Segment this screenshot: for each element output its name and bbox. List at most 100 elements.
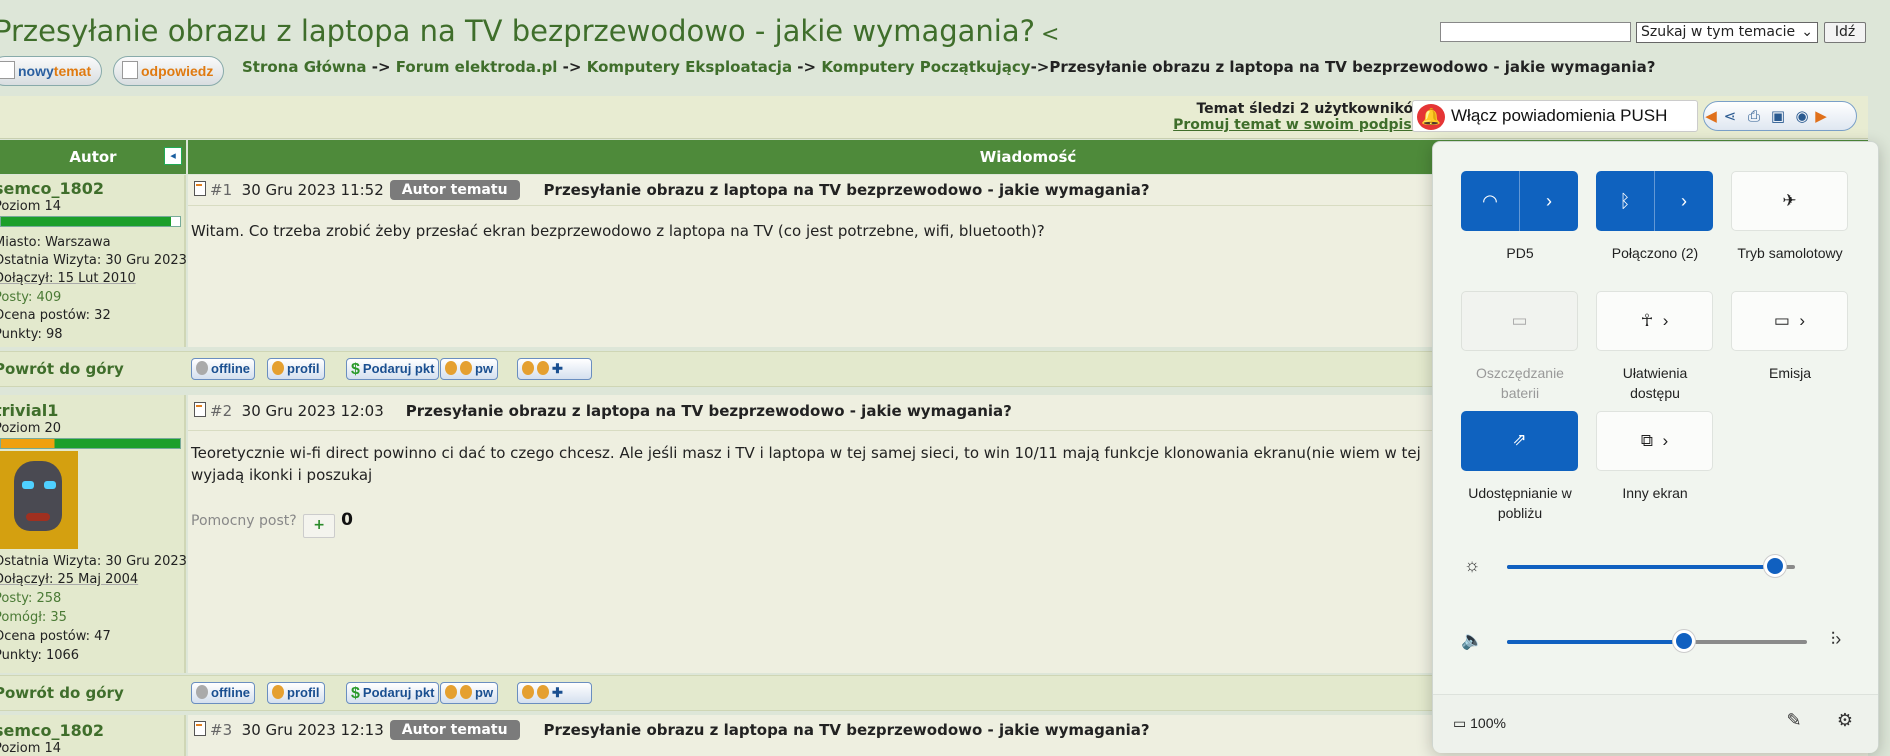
- collapse-author-icon[interactable]: ◂: [164, 147, 182, 165]
- wifi-tile[interactable]: ◠ ›: [1461, 171, 1578, 231]
- chevron-right-icon[interactable]: ›: [1655, 171, 1713, 231]
- battery-status[interactable]: ▭ 100%: [1453, 715, 1506, 732]
- back-to-top-link[interactable]: Powrót do góry: [0, 684, 124, 702]
- post-number[interactable]: #3: [210, 721, 232, 739]
- post-number[interactable]: #2: [210, 402, 232, 420]
- settings-gear-icon[interactable]: ⚙: [1834, 710, 1856, 731]
- breadcrumb-subforum[interactable]: Komputery Początkujący: [821, 58, 1030, 76]
- bulb-icon: [196, 685, 208, 699]
- add-friend-button[interactable]: ✚: [517, 358, 592, 380]
- accessibility-icon: ☥ ›: [1640, 311, 1669, 330]
- offline-status-button[interactable]: offline: [191, 358, 255, 380]
- private-message-button[interactable]: pw: [440, 682, 499, 704]
- airplane-icon: ✈: [1782, 191, 1797, 210]
- breadcrumb-forum[interactable]: Forum elektroda.pl: [396, 58, 558, 76]
- give-points-button[interactable]: $ Podaruj pkt: [346, 682, 440, 704]
- users-icon: [460, 685, 472, 699]
- dollar-icon: $: [351, 685, 360, 702]
- save-icon[interactable]: ▣: [1766, 104, 1790, 128]
- level-bar: [0, 438, 181, 449]
- post-title: Przesyłanie obrazu z laptopa na TV bezpr…: [405, 402, 1012, 420]
- volume-knob[interactable]: [1673, 630, 1695, 652]
- post-icon: [194, 181, 206, 196]
- user-last-visit: Ostatnia Wizyta: 30 Gru 2023: [0, 554, 187, 569]
- back-to-top-link[interactable]: Powrót do góry: [0, 360, 124, 378]
- speaker-icon[interactable]: 🔈: [1461, 630, 1483, 651]
- breadcrumb-current: ->Przesyłanie obrazu z laptopa na TV bez…: [1030, 58, 1656, 76]
- bluetooth-label: Połączono (2): [1611, 245, 1699, 261]
- bluetooth-icon[interactable]: ᛒ: [1596, 171, 1654, 231]
- print-icon[interactable]: ⎙: [1742, 104, 1766, 128]
- chevron-right-icon[interactable]: ›: [1520, 171, 1578, 231]
- new-topic-button[interactable]: nowytemat: [0, 56, 103, 86]
- username[interactable]: trivial1: [0, 401, 58, 420]
- user-posts[interactable]: Posty: 258: [0, 591, 61, 606]
- private-message-button[interactable]: pw: [440, 358, 499, 380]
- breadcrumb: Strona Główna -> Forum elektroda.pl -> K…: [242, 58, 1656, 76]
- nearby-share-tile[interactable]: ⇗: [1461, 411, 1578, 471]
- edit-icon[interactable]: ✎: [1783, 710, 1805, 731]
- share-icon[interactable]: ⋖: [1718, 104, 1742, 128]
- share-icon[interactable]: <: [1041, 22, 1059, 47]
- brightness-fill: [1507, 565, 1775, 569]
- helpful-post: Pomocny post? +0: [191, 510, 353, 538]
- post-number[interactable]: #1: [210, 181, 232, 199]
- push-label: Włącz powiadomienia PUSH: [1451, 106, 1668, 125]
- bell-icon: 🔔: [1417, 104, 1445, 130]
- push-notifications-button[interactable]: 🔔 Włącz powiadomienia PUSH: [1412, 100, 1698, 132]
- user-icon: [272, 685, 284, 699]
- project-tile[interactable]: ⧉ ›: [1596, 411, 1713, 471]
- post-date: 30 Gru 2023 12:03: [241, 402, 384, 420]
- helpful-plus-button[interactable]: +: [303, 514, 336, 538]
- watch-icon[interactable]: ◉: [1790, 104, 1814, 128]
- reply-icon: [122, 61, 138, 79]
- prev-topic-icon[interactable]: ◀: [1704, 104, 1718, 128]
- chevron-down-icon: ⌄: [1801, 24, 1813, 40]
- search-input[interactable]: [1440, 22, 1631, 42]
- breadcrumb-home[interactable]: Strona Główna: [242, 58, 367, 76]
- user-rating: Ocena postów: 32: [0, 308, 111, 323]
- audio-output-icon[interactable]: ⫶›: [1819, 629, 1853, 650]
- offline-status-button[interactable]: offline: [191, 682, 255, 704]
- volume-slider[interactable]: [1507, 640, 1807, 644]
- users-icon: [445, 685, 457, 699]
- user-city: Miasto: Warszawa: [0, 235, 111, 250]
- post-2-author: trivial1 Poziom 20 Ostatnia Wizyta: 30 G…: [0, 395, 187, 673]
- next-topic-icon[interactable]: ▶: [1814, 104, 1828, 128]
- promote-topic-link[interactable]: Promuj temat w swoim podpisie: [1173, 117, 1426, 133]
- user-rating: Ocena postów: 47: [0, 629, 111, 644]
- wifi-icon[interactable]: ◠: [1461, 171, 1519, 231]
- wifi-label: PD5: [1506, 245, 1534, 261]
- search-go-button[interactable]: Idź: [1824, 22, 1866, 43]
- profile-button[interactable]: profil: [267, 682, 325, 704]
- post-1-header: #1 30 Gru 2023 11:52 Autor tematu Przesyła…: [194, 180, 1150, 200]
- breadcrumb-category[interactable]: Komputery Eksploatacja: [587, 58, 792, 76]
- username[interactable]: semco_1802: [0, 721, 104, 740]
- user-helped: Pomógł: 35: [0, 610, 67, 625]
- post-2-header: #2 30 Gru 2023 12:03 Przesyłanie obrazu z…: [194, 402, 1012, 420]
- avatar[interactable]: [0, 451, 78, 549]
- give-points-button[interactable]: $ Podaruj pkt: [346, 358, 440, 380]
- bluetooth-tile[interactable]: ᛒ ›: [1596, 171, 1713, 231]
- post-3-author: semco_1802 Poziom 14: [0, 715, 186, 756]
- cast-tile[interactable]: ▭ ›: [1731, 291, 1848, 351]
- post-icon: [194, 402, 206, 417]
- cast-label: Emisja: [1768, 365, 1811, 381]
- username[interactable]: semco_1802: [0, 179, 104, 198]
- brightness-knob[interactable]: [1763, 555, 1786, 577]
- project-label: Inny ekran: [1622, 485, 1688, 501]
- reply-button[interactable]: odpowiedz: [113, 56, 225, 86]
- add-friend-button[interactable]: ✚: [517, 682, 592, 704]
- users-icon: [537, 685, 549, 699]
- search-scope-select[interactable]: Szukaj w tym temacie ⌄: [1636, 22, 1818, 43]
- plus-icon: ✚: [552, 361, 563, 376]
- post-1-body: Witam. Co trzeba zrobić żeby przesłać ek…: [191, 222, 1045, 240]
- users-icon: [445, 361, 457, 375]
- user-posts[interactable]: Posty: 409: [0, 290, 61, 305]
- brightness-slider[interactable]: [1507, 565, 1795, 569]
- user-points: Punkty: 98: [0, 327, 63, 342]
- accessibility-tile[interactable]: ☥ ›: [1596, 291, 1713, 351]
- quick-settings-footer: ▭ 100% ✎ ⚙: [1433, 694, 1878, 753]
- airplane-mode-tile[interactable]: ✈: [1731, 171, 1848, 231]
- profile-button[interactable]: profil: [267, 358, 325, 380]
